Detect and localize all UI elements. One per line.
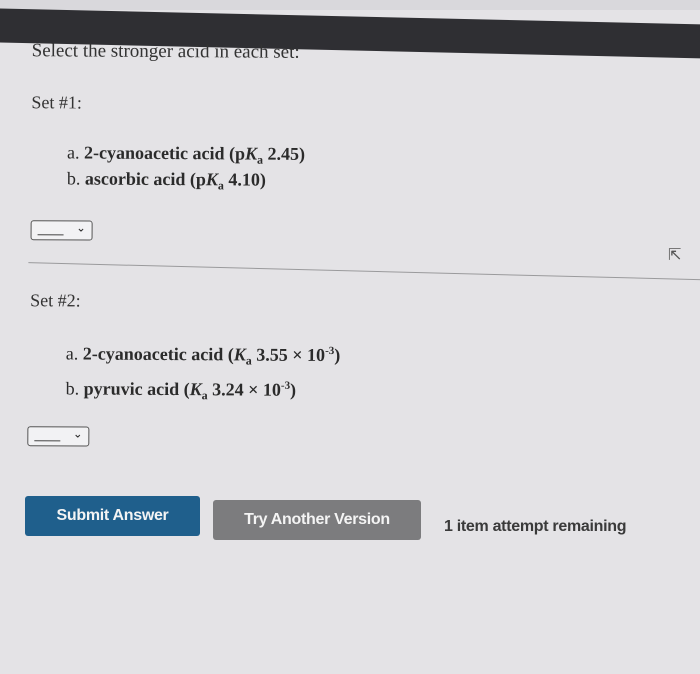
chevron-down-icon: ⌄ (73, 427, 83, 441)
set-2-answer-select[interactable]: ⌄ (27, 426, 90, 447)
chevron-down-icon: ⌄ (76, 221, 86, 235)
mouse-cursor-icon: ⇱ (668, 245, 682, 264)
select-blank-value (37, 234, 64, 236)
set-2-option-b: b. pyruvic acid (Ka 3.24 × 10-3) (65, 378, 297, 403)
submit-answer-button[interactable]: Submit Answer (25, 496, 200, 536)
select-blank-value (34, 440, 61, 442)
try-another-version-button[interactable]: Try Another Version (213, 500, 421, 540)
attempts-remaining-text: 1 item attempt remaining (444, 518, 627, 535)
section-divider (28, 262, 700, 281)
set-1-answer-select[interactable]: ⌄ (30, 220, 93, 241)
set-1-label: Set #1: (31, 92, 82, 113)
question-prompt: Select the stronger acid in each set: (31, 40, 300, 63)
set-1-option-b: b. ascorbic acid (pKa 4.10) (66, 168, 267, 193)
set-2-option-a: a. 2-cyanoacetic acid (Ka 3.55 × 10-3) (65, 343, 341, 368)
question-page: Select the stronger acid in each set: Se… (0, 0, 700, 674)
set-1-option-a: a. 2-cyanoacetic acid (pKa 2.45) (67, 142, 306, 167)
set-2-label: Set #2: (30, 290, 81, 311)
